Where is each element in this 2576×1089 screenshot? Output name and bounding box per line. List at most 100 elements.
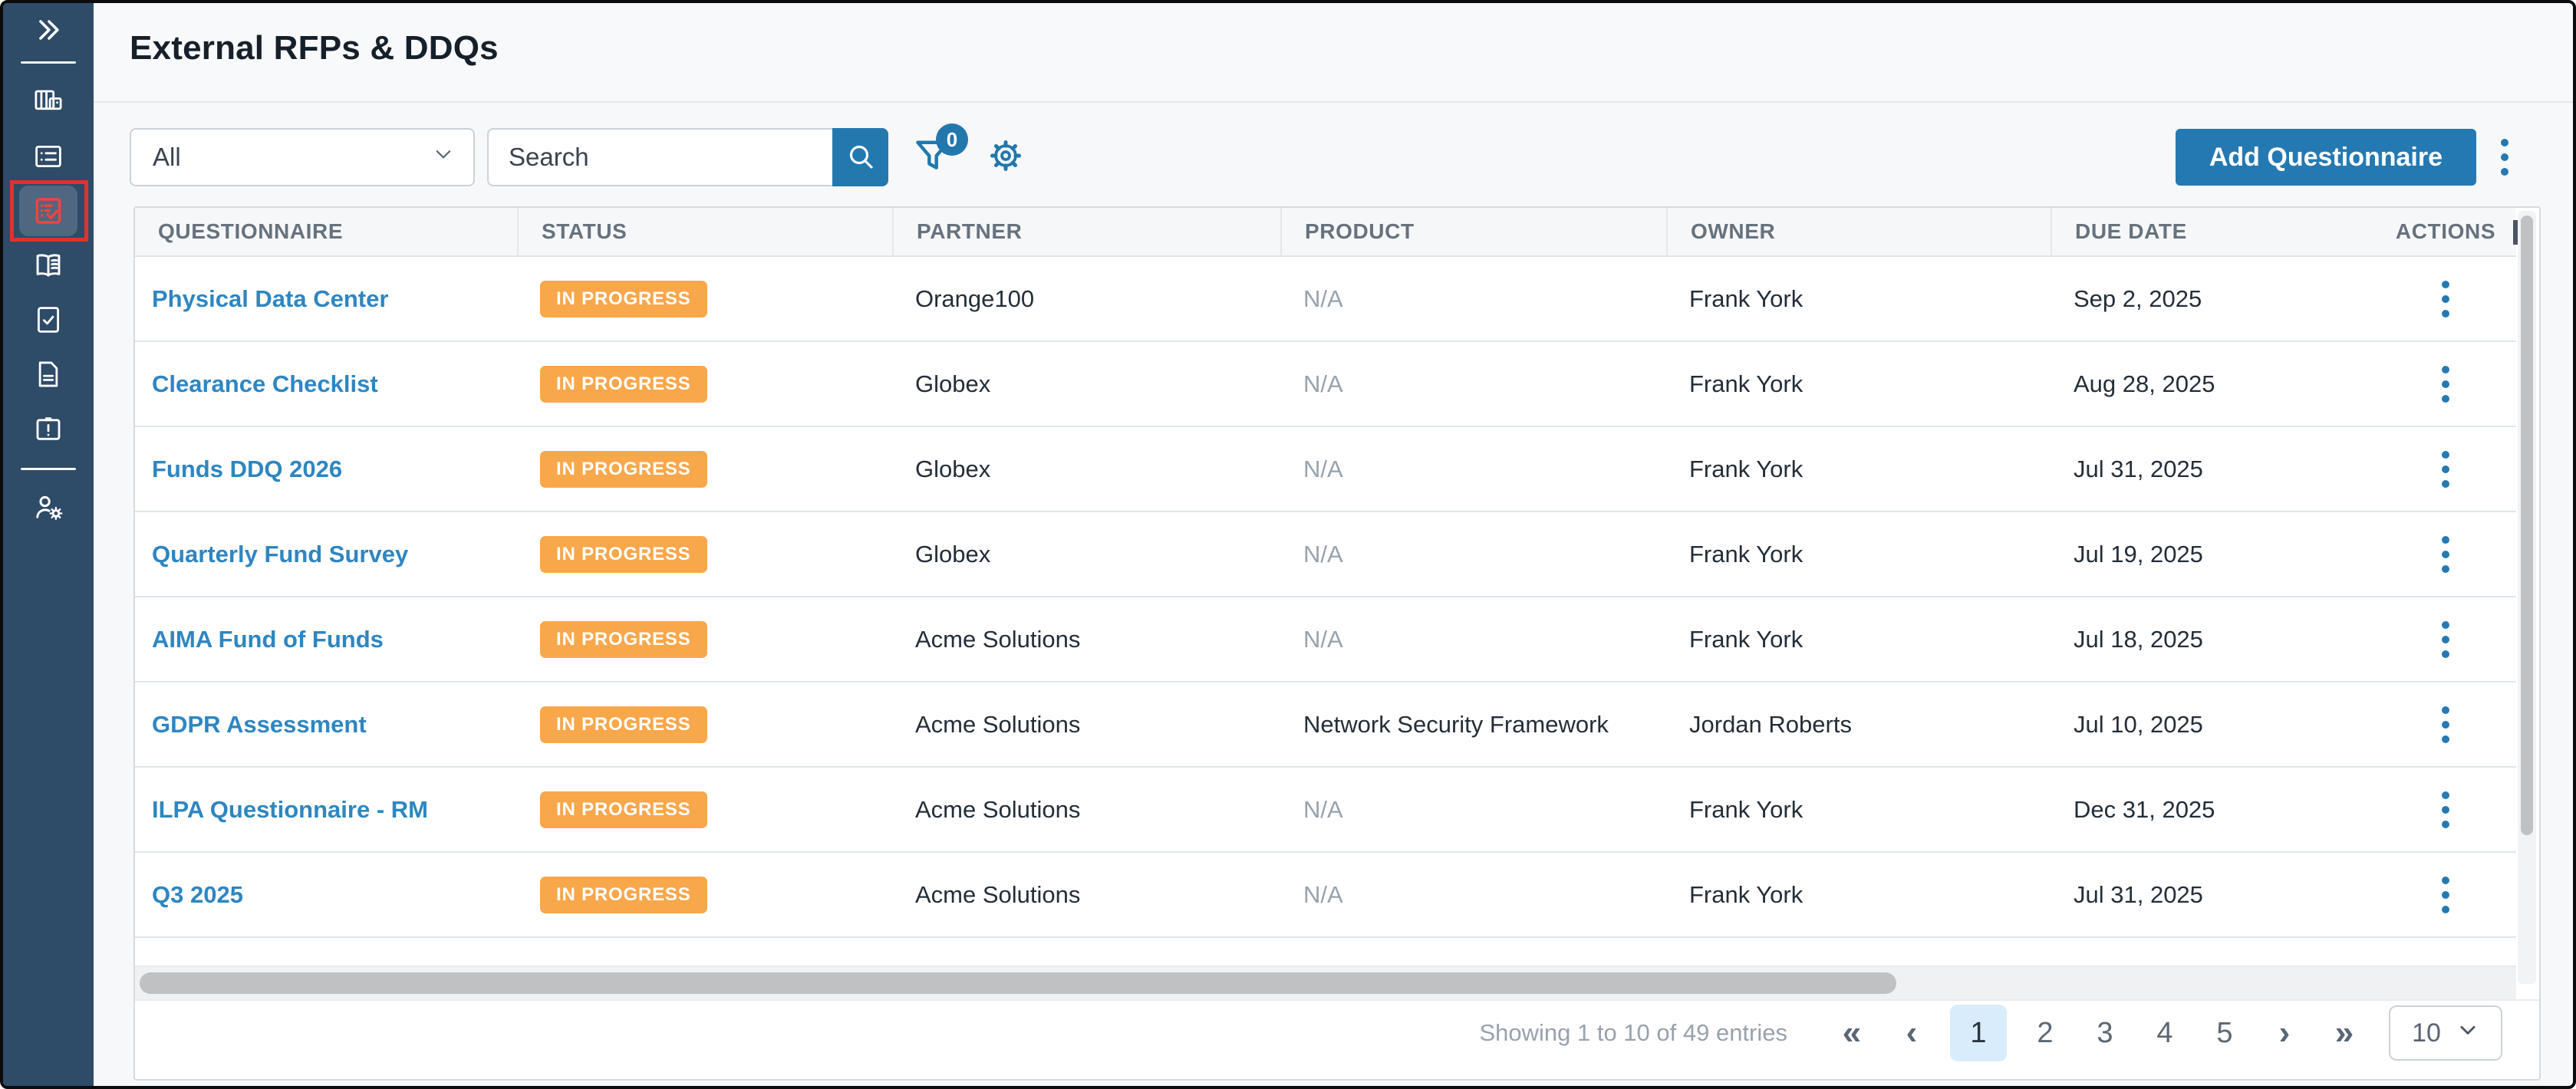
horizontal-scrollbar [135, 967, 2516, 999]
questionnaire-link[interactable]: ILPA Questionnaire - RM [152, 796, 428, 824]
next-page-button[interactable]: › [2263, 1005, 2306, 1061]
page-size-select[interactable]: 10 [2389, 1005, 2502, 1061]
partner-cell: Globex [892, 427, 1280, 511]
sidebar-item-issues[interactable] [3, 401, 94, 456]
entries-summary: Showing 1 to 10 of 49 entries [1479, 1019, 1787, 1047]
status-badge: IN PROGRESS [540, 877, 707, 913]
partner-cell: Globex [892, 512, 1280, 596]
product-cell: N/A [1280, 597, 1666, 681]
sidebar-item-tasks[interactable] [3, 292, 94, 347]
column-header-actions[interactable]: ACTIONS [2375, 208, 2516, 255]
open-book-icon [31, 248, 65, 282]
due-date-cell: Jul 19, 2025 [2051, 512, 2375, 596]
sidebar-item-rfps-selected[interactable] [3, 183, 94, 238]
horizontal-scrollbar-thumb[interactable] [140, 972, 1896, 994]
table-header-row: QUESTIONNAIRESTATUSPARTNERPRODUCTOWNERDU… [135, 208, 2516, 257]
filter-count-badge: 0 [936, 123, 968, 156]
partial-row [135, 938, 2516, 967]
column-header-partner[interactable]: PARTNER [892, 208, 1280, 255]
owner-cell: Jordan Roberts [1666, 683, 2051, 766]
questionnaire-table-card: QUESTIONNAIRESTATUSPARTNERPRODUCTOWNERDU… [133, 206, 2541, 1081]
main-area: External RFPs & DDQs All [94, 3, 2573, 1086]
page-button-1[interactable]: 1 [1950, 1005, 2007, 1061]
due-date-cell: Sep 2, 2025 [2051, 257, 2375, 341]
sidebar-item-documents[interactable] [3, 347, 94, 401]
search-box [487, 128, 888, 186]
settings-button[interactable] [987, 137, 1025, 179]
sidebar-expand-button[interactable] [3, 8, 94, 55]
due-date-cell: Aug 28, 2025 [2051, 342, 2375, 426]
add-questionnaire-button[interactable]: Add Questionnaire [2176, 129, 2476, 186]
toolbar: All 0 [130, 128, 2541, 186]
table-row: Funds DDQ 2026IN PROGRESSGlobexN/AFrank … [135, 427, 2516, 512]
toolbar-kebab-icon[interactable] [2496, 134, 2513, 180]
owner-cell: Frank York [1666, 853, 2051, 936]
row-actions-kebab-icon[interactable] [2437, 872, 2454, 918]
partner-cell: Acme Solutions [892, 597, 1280, 681]
questionnaire-link[interactable]: Clearance Checklist [152, 370, 378, 398]
row-actions-kebab-icon[interactable] [2437, 361, 2454, 407]
sidebar-item-user-admin[interactable] [3, 479, 94, 534]
table-row: Quarterly Fund Survey IN PROGRESS GlobexN/… [135, 512, 2516, 597]
product-cell: N/A [1280, 257, 1666, 341]
page-button-2[interactable]: 2 [2024, 1005, 2067, 1061]
column-header-due-date[interactable]: DUE DATE [2051, 208, 2375, 255]
gear-icon [987, 137, 1025, 179]
column-header-status[interactable]: STATUS [517, 208, 892, 255]
page-title: External RFPs & DDQs [94, 3, 2573, 67]
row-actions-kebab-icon[interactable] [2437, 276, 2454, 322]
row-actions-kebab-icon[interactable] [2437, 617, 2454, 663]
selected-item-background [19, 186, 77, 236]
box-alert-icon [32, 413, 64, 445]
product-cell: N/A [1280, 768, 1666, 851]
last-page-button[interactable]: » [2323, 1005, 2366, 1061]
table-row: AIMA Fund of FundsIN PROGRESSAcme Soluti… [135, 597, 2516, 683]
sidebar [3, 3, 94, 1086]
search-input[interactable] [487, 128, 832, 186]
row-actions-kebab-icon[interactable] [2437, 446, 2454, 492]
search-button[interactable] [832, 128, 888, 186]
row-actions-kebab-icon[interactable] [2437, 702, 2454, 748]
table-footer: Showing 1 to 10 of 49 entries « ‹ 12345 … [135, 999, 2539, 1065]
questionnaire-link[interactable]: AIMA Fund of Funds [152, 626, 384, 653]
sidebar-item-lists[interactable] [3, 129, 94, 183]
magnifier-icon [845, 141, 876, 174]
questionnaire-link[interactable]: GDPR Assessment [152, 711, 367, 739]
partner-cell: Orange100 [892, 257, 1280, 341]
sidebar-item-library[interactable] [3, 238, 94, 292]
filter-type-dropdown[interactable]: All [130, 128, 475, 186]
list-icon [32, 140, 64, 173]
questionnaire-link[interactable]: Funds DDQ 2026 [152, 456, 342, 483]
page-button-5[interactable]: 5 [2203, 1005, 2246, 1061]
vertical-scrollbar-thumb[interactable] [2521, 215, 2533, 835]
questionnaire-link[interactable]: Quarterly Fund Survey [152, 541, 408, 568]
row-actions-kebab-icon[interactable] [2437, 531, 2454, 577]
vertical-scrollbar [2518, 211, 2536, 984]
questionnaire-check-icon [31, 194, 65, 228]
first-page-button[interactable]: « [1830, 1005, 1873, 1061]
column-header-product[interactable]: PRODUCT [1280, 208, 1666, 255]
owner-cell: Frank York [1666, 512, 2051, 596]
due-date-cell: Dec 31, 2025 [2051, 768, 2375, 851]
row-actions-kebab-icon[interactable] [2437, 787, 2454, 833]
due-date-cell: Jul 31, 2025 [2051, 427, 2375, 511]
page-button-4[interactable]: 4 [2143, 1005, 2186, 1061]
chevron-down-icon [2456, 1018, 2479, 1048]
questionnaire-link[interactable]: Physical Data Center [152, 285, 388, 313]
sidebar-item-company[interactable] [3, 74, 94, 129]
table-row: Physical Data CenterIN PROGRESSOrange100… [135, 257, 2516, 342]
column-header-owner[interactable]: OWNER [1666, 208, 2051, 255]
table-row: Q3 2025IN PROGRESSAcme SolutionsN/AFrank… [135, 853, 2516, 938]
product-cell: N/A [1280, 512, 1666, 596]
column-header-questionnaire[interactable]: QUESTIONNAIRE [135, 208, 517, 255]
partner-cell: Acme Solutions [892, 768, 1280, 851]
table-row: ILPA Questionnaire - RMIN PROGRESSAcme S… [135, 768, 2516, 853]
prev-page-button[interactable]: ‹ [1890, 1005, 1933, 1061]
partner-cell: Acme Solutions [892, 683, 1280, 766]
questionnaire-link[interactable]: Q3 2025 [152, 881, 243, 909]
page-button-3[interactable]: 3 [2084, 1005, 2126, 1061]
filter-button[interactable]: 0 [911, 133, 956, 182]
pagination-pages: 12345 [1950, 1005, 2246, 1061]
owner-cell: Frank York [1666, 768, 2051, 851]
status-badge: IN PROGRESS [540, 536, 707, 573]
